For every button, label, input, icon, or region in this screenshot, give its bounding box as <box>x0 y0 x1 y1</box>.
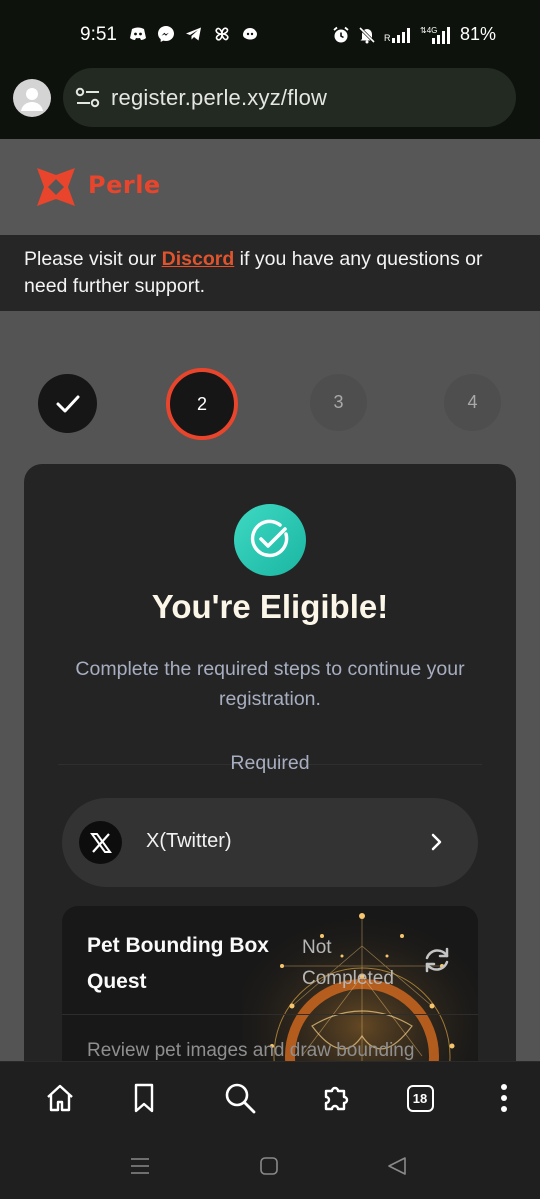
home-nav-icon[interactable] <box>257 1154 281 1178</box>
profile-avatar[interactable] <box>13 79 51 117</box>
tabs-button[interactable]: 18 <box>402 1080 438 1116</box>
messenger-icon <box>156 24 176 44</box>
notice-prefix: Please visit our <box>24 248 162 270</box>
chevron-right-icon <box>431 833 442 851</box>
step-4: 4 <box>444 374 501 431</box>
quest-title: Pet Bounding Box Quest <box>87 934 269 993</box>
extensions-button[interactable] <box>319 1080 355 1116</box>
quest-divider <box>62 1014 478 1015</box>
url-text[interactable]: register.perle.xyz/flow <box>111 85 327 111</box>
telegram-icon <box>184 24 204 44</box>
success-badge <box>234 504 306 576</box>
x-twitter-task-button[interactable]: X(Twitter) <box>62 798 478 887</box>
eligibility-card: You're Eligible! Complete the required s… <box>24 464 516 1061</box>
discord-icon <box>128 24 148 44</box>
quest-description: Review pet images and draw bounding <box>87 1040 415 1061</box>
home-icon <box>47 1084 73 1112</box>
more-icon <box>501 1084 507 1112</box>
more-button[interactable] <box>486 1080 522 1116</box>
search-icon <box>225 1083 256 1114</box>
step-1-complete <box>38 374 97 433</box>
4g-signal-icon: ⇅4G <box>420 26 450 44</box>
home-button[interactable] <box>42 1080 78 1116</box>
notification-icons <box>128 24 260 44</box>
support-notice: Please visit our Discord if you have any… <box>0 235 540 311</box>
quest-card[interactable]: Pet Bounding Box Quest Not Completed Rev… <box>62 906 478 1061</box>
alarm-icon <box>333 26 349 42</box>
address-bar[interactable]: register.perle.xyz/flow <box>63 68 516 127</box>
card-title: You're Eligible! <box>151 588 389 625</box>
pinwheel-icon <box>212 24 232 44</box>
site-settings-icon[interactable] <box>75 87 101 109</box>
bookmark-button[interactable] <box>126 1080 162 1116</box>
silent-icon <box>358 26 376 43</box>
search-button[interactable] <box>222 1080 258 1116</box>
recents-icon[interactable] <box>128 1154 152 1178</box>
svg-text:R: R <box>384 33 391 43</box>
card-subtitle: Complete the required steps to continue … <box>75 658 465 710</box>
progress-stepper: 2 3 4 <box>0 361 540 445</box>
system-icons: R ⇅4G 81% <box>332 24 496 45</box>
status-bar: 9:51 R ⇅4G 81% <box>0 0 540 70</box>
bookmark-icon <box>134 1083 154 1113</box>
discord-link[interactable]: Discord <box>162 248 235 270</box>
site-header: Perle <box>0 139 540 235</box>
back-icon[interactable] <box>385 1154 409 1178</box>
tab-count: 18 <box>406 1084 434 1112</box>
logo-text[interactable]: Perle <box>88 171 161 199</box>
web-page: Perle Please visit our Discord if you ha… <box>0 139 540 1061</box>
signal-icon: R <box>384 27 410 43</box>
check-circle-icon <box>250 519 289 558</box>
browser-bar: register.perle.xyz/flow <box>0 68 540 139</box>
step-2-current: 2 <box>166 368 238 440</box>
chatgpt-icon <box>240 24 260 44</box>
quest-status: Not Completed <box>302 937 394 989</box>
x-logo-icon <box>79 821 122 864</box>
required-label: Required <box>230 752 310 774</box>
checkmark-icon <box>56 395 79 412</box>
browser-toolbar: 18 <box>0 1061 540 1134</box>
step-3: 3 <box>310 374 367 431</box>
system-nav-bar <box>0 1134 540 1199</box>
svg-text:⇅4G: ⇅4G <box>420 26 437 35</box>
battery-level: 81% <box>459 24 496 44</box>
extensions-icon <box>324 1086 349 1111</box>
refresh-icon[interactable] <box>421 944 453 976</box>
perle-logo-icon[interactable] <box>37 168 75 206</box>
status-time: 9:51 <box>80 24 117 45</box>
task-label: X(Twitter) <box>146 830 232 852</box>
